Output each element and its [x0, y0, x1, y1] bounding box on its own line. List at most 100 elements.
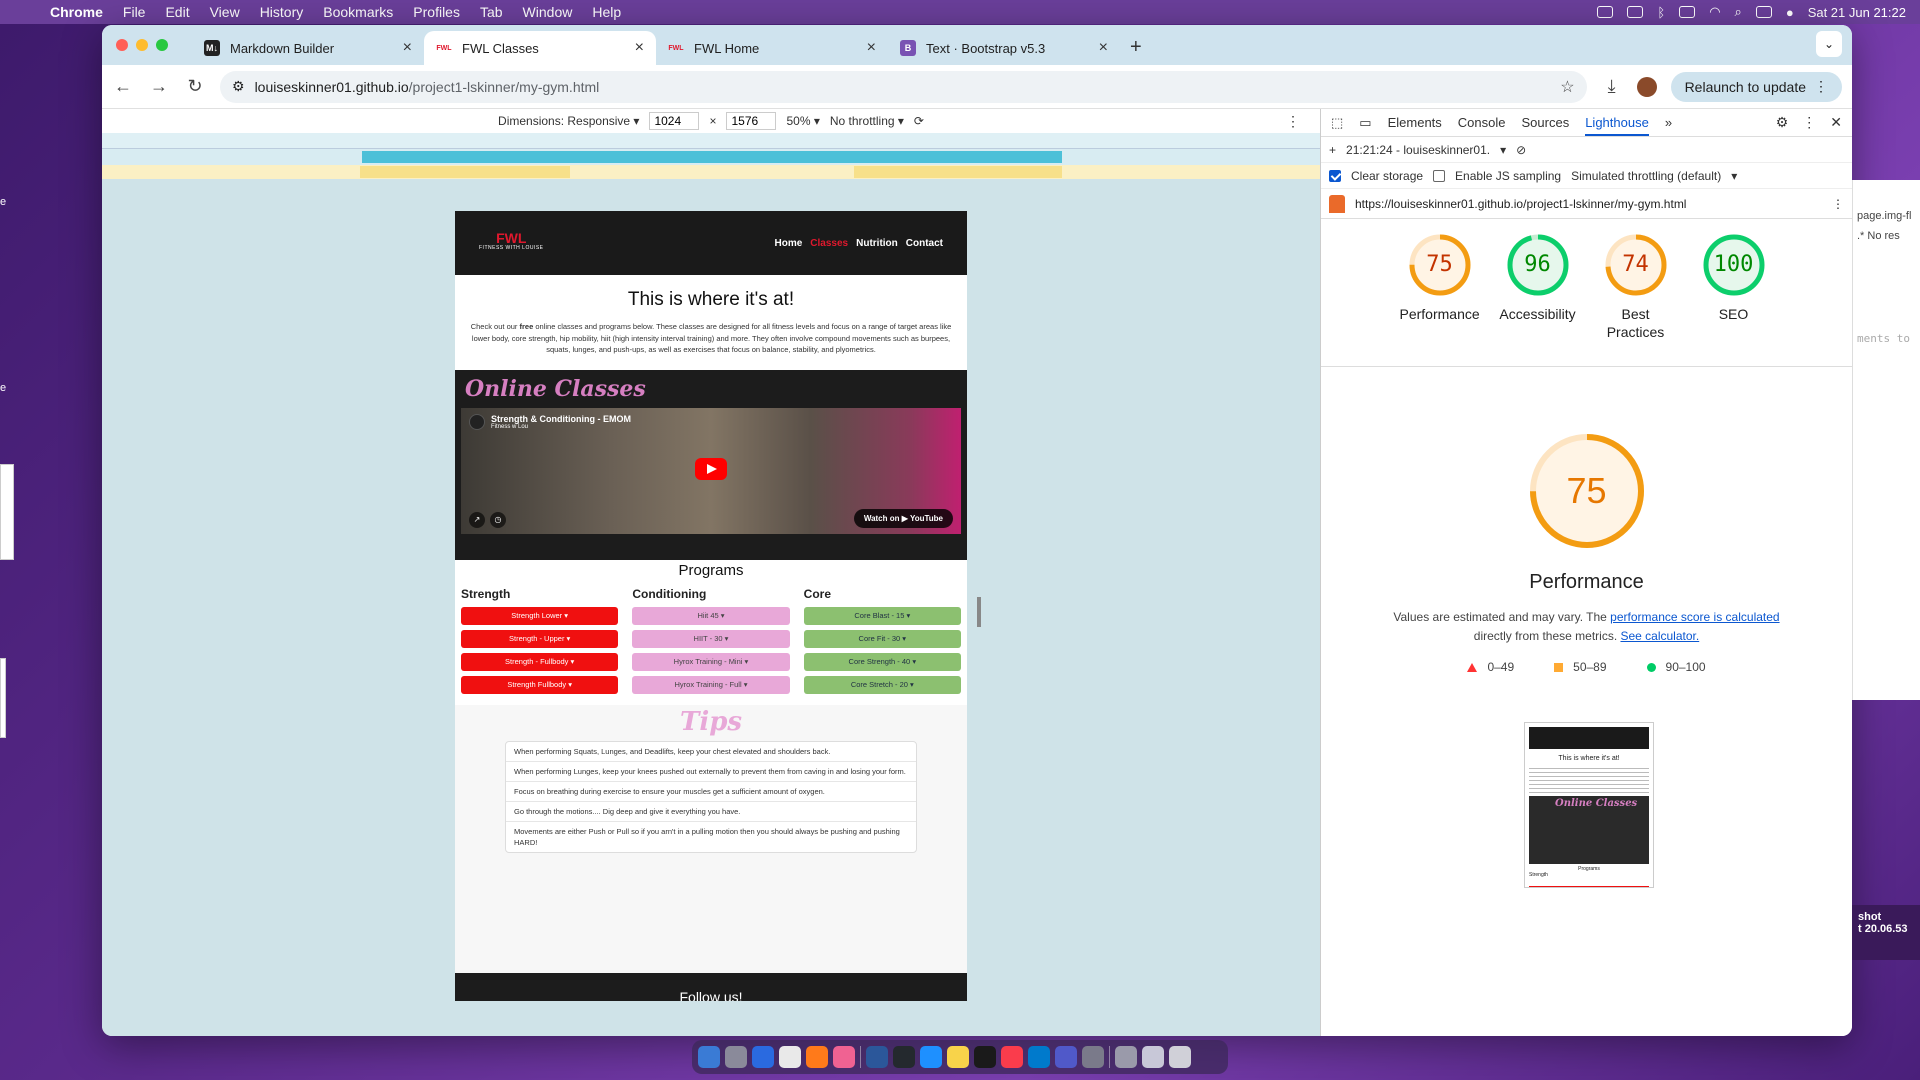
program-dropdown[interactable]: Hiit 45 ▾: [632, 606, 790, 625]
bookmark-star-icon[interactable]: ☆: [1560, 77, 1574, 97]
play-button[interactable]: [695, 457, 727, 480]
teams-icon[interactable]: [1055, 1046, 1077, 1068]
js-sampling-checkbox[interactable]: [1433, 169, 1446, 182]
menu-view[interactable]: View: [210, 4, 240, 20]
program-dropdown[interactable]: Strength Fullbody ▾: [461, 675, 619, 694]
nav-contact[interactable]: Contact: [906, 238, 943, 249]
program-dropdown[interactable]: HIIT - 30 ▾: [632, 629, 790, 648]
youtube-embed[interactable]: Strength & Conditioning - EMOM Fitness w …: [461, 407, 961, 534]
back-button[interactable]: ←: [112, 76, 134, 97]
clear-storage-checkbox[interactable]: [1329, 169, 1341, 182]
width-input[interactable]: [649, 112, 700, 130]
finder-icon[interactable]: [698, 1046, 720, 1068]
media-query-bar[interactable]: [102, 149, 1320, 165]
mail-icon[interactable]: [752, 1046, 774, 1068]
site-info-icon[interactable]: ⚙: [232, 78, 245, 95]
folder-icon[interactable]: [1142, 1046, 1164, 1068]
nav-home[interactable]: Home: [775, 238, 803, 249]
minimize-window-button[interactable]: [136, 39, 148, 51]
media-query-segment[interactable]: [360, 166, 570, 178]
report-select[interactable]: 21:21:24 - louiseskinner01.: [1346, 143, 1490, 157]
menu-file[interactable]: File: [123, 4, 146, 20]
desktop-thumbnail[interactable]: [0, 658, 6, 738]
launchpad-icon[interactable]: [725, 1046, 747, 1068]
tab-search-button[interactable]: ⌄: [1816, 31, 1842, 57]
score-seo[interactable]: 100 SEO: [1694, 233, 1774, 366]
device-more-icon[interactable]: ⋮: [1286, 113, 1300, 130]
menu-bookmarks[interactable]: Bookmarks: [323, 4, 393, 20]
report-url[interactable]: https://louiseskinner01.github.io/projec…: [1355, 197, 1686, 211]
throttling-select[interactable]: No throttling ▾: [830, 114, 904, 128]
wifi-icon[interactable]: ◠: [1709, 4, 1720, 20]
media-query-segment[interactable]: [854, 151, 1062, 163]
see-calculator-link[interactable]: See calculator.: [1620, 629, 1699, 643]
menu-edit[interactable]: Edit: [165, 4, 189, 20]
channel-avatar[interactable]: [469, 413, 485, 430]
relaunch-button[interactable]: Relaunch to update ⋮: [1670, 71, 1842, 102]
firefox-icon[interactable]: [806, 1046, 828, 1068]
forward-button[interactable]: →: [148, 76, 170, 97]
close-devtools-icon[interactable]: ✕: [1830, 114, 1842, 131]
tab-lighthouse[interactable]: Lighthouse: [1585, 115, 1649, 136]
close-tab-icon[interactable]: ×: [1099, 39, 1108, 57]
close-tab-icon[interactable]: ×: [635, 39, 644, 57]
program-dropdown[interactable]: Core Strength - 40 ▾: [803, 652, 961, 671]
downloads-icon[interactable]: [1115, 1046, 1137, 1068]
resize-handle[interactable]: [977, 597, 981, 627]
vscode-icon[interactable]: [1028, 1046, 1050, 1068]
program-dropdown[interactable]: Strength Lower ▾: [461, 606, 619, 625]
rotate-icon[interactable]: ⟳: [914, 114, 924, 128]
media-query-segment[interactable]: [854, 166, 1062, 178]
tab-console[interactable]: Console: [1458, 115, 1506, 130]
battery-icon[interactable]: [1679, 6, 1696, 18]
app-icon[interactable]: [1082, 1046, 1104, 1068]
nav-nutrition[interactable]: Nutrition: [856, 238, 898, 249]
menu-window[interactable]: Window: [523, 4, 573, 20]
tab-sources[interactable]: Sources: [1522, 115, 1570, 130]
download-icon[interactable]: ⤓: [1601, 76, 1623, 97]
address-bar[interactable]: ⚙ louiseskinner01.github.io/project1-lsk…: [220, 70, 1587, 103]
notes-icon[interactable]: [947, 1046, 969, 1068]
share-icon[interactable]: ↗: [469, 511, 485, 528]
profile-avatar[interactable]: [1636, 76, 1657, 97]
program-dropdown[interactable]: Hyrox Training - Mini ▾: [632, 652, 790, 671]
new-tab-button[interactable]: +: [1130, 36, 1142, 59]
bluetooth-icon[interactable]: ᛒ: [1657, 5, 1665, 20]
more-menu-icon[interactable]: ⋮: [1814, 78, 1828, 95]
tab-fwl-home[interactable]: FWL FWL Home ×: [656, 31, 888, 65]
devtools-menu-icon[interactable]: ⋮: [1802, 114, 1816, 131]
apple-icon[interactable]: [14, 4, 30, 20]
zoom-window-button[interactable]: [156, 39, 168, 51]
photos-icon[interactable]: [833, 1046, 855, 1068]
watch-later-icon[interactable]: ◷: [490, 511, 506, 528]
media-query-bar[interactable]: [102, 165, 1320, 179]
program-dropdown[interactable]: Strength - Upper ▾: [461, 629, 619, 648]
keyboard-icon[interactable]: [1627, 6, 1644, 18]
tab-bootstrap[interactable]: B Text · Bootstrap v5.3 ×: [888, 31, 1120, 65]
score-performance[interactable]: 75 Performance: [1400, 233, 1480, 366]
tab-fwl-classes[interactable]: FWL FWL Classes ×: [424, 31, 656, 65]
tab-elements[interactable]: Elements: [1388, 115, 1442, 130]
close-window-button[interactable]: [116, 39, 128, 51]
program-dropdown[interactable]: Strength - Fullbody ▾: [461, 652, 619, 671]
status-icon[interactable]: [1597, 6, 1614, 18]
desktop-thumbnail[interactable]: [0, 464, 14, 560]
menu-history[interactable]: History: [260, 4, 304, 20]
menu-tab[interactable]: Tab: [480, 4, 503, 20]
program-dropdown[interactable]: Core Blast - 15 ▾: [803, 606, 961, 625]
video-channel[interactable]: Fitness w Lou: [491, 424, 631, 430]
terminal-icon[interactable]: [974, 1046, 996, 1068]
screenshot-label[interactable]: shot t 20.06.53: [1852, 905, 1920, 960]
reload-button[interactable]: ↻: [184, 76, 206, 97]
background-window[interactable]: page.img-fl .* No res ments to: [1852, 180, 1920, 700]
search-icon[interactable]: ⌕: [1735, 4, 1742, 20]
nav-classes[interactable]: Classes: [810, 238, 848, 249]
chevron-down-icon[interactable]: ▾: [1500, 143, 1506, 157]
zoom-select[interactable]: 50% ▾: [786, 114, 819, 128]
score-accessibility[interactable]: 96 Accessibility: [1498, 233, 1578, 366]
score-best-practices[interactable]: 74 Best Practices: [1596, 233, 1676, 366]
device-toggle-icon[interactable]: ▭: [1359, 115, 1371, 131]
report-menu-icon[interactable]: ⋮: [1832, 197, 1844, 211]
word-icon[interactable]: [866, 1046, 888, 1068]
more-tabs-icon[interactable]: »: [1665, 115, 1672, 130]
